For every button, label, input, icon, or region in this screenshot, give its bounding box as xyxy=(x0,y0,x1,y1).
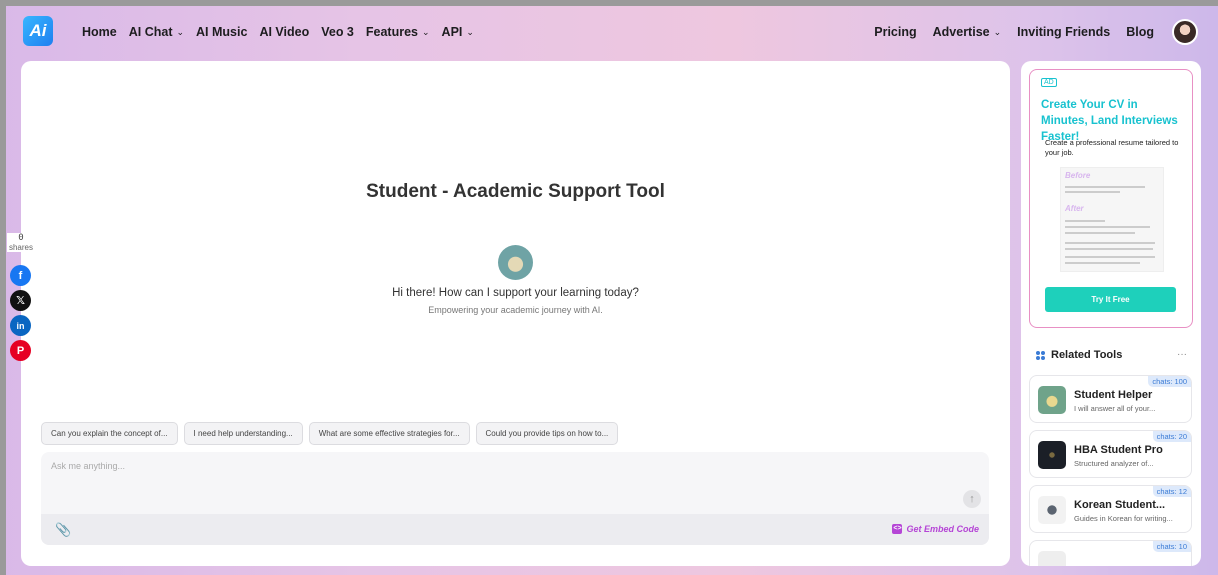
resume-line xyxy=(1065,232,1135,234)
nav-pricing-label: Pricing xyxy=(874,25,917,39)
x-twitter-icon[interactable]: 𝕏 xyxy=(10,290,31,311)
related-tool-card[interactable]: chats: 20 HBA Student Pro Structured ana… xyxy=(1029,430,1192,478)
nav-home-label: Home xyxy=(82,25,117,39)
suggestion-chip[interactable]: Can you explain the concept of... xyxy=(41,422,178,445)
ad-subtext: Create a professional resume tailored to… xyxy=(1045,138,1179,157)
nav-right-menu: Pricing Advertise ⌄ Inviting Friends Blog xyxy=(858,6,1154,58)
nav-api-label: API xyxy=(441,25,463,39)
share-counter: 0 shares xyxy=(7,233,35,252)
resume-line xyxy=(1065,256,1155,258)
resume-line xyxy=(1065,248,1153,250)
facebook-icon[interactable]: f xyxy=(10,265,31,286)
get-embed-code-button[interactable]: <> Get Embed Code xyxy=(892,524,979,534)
nav-veo3[interactable]: Veo 3 xyxy=(321,25,354,39)
chats-badge: chats: 20 xyxy=(1152,431,1191,442)
chat-input[interactable] xyxy=(41,452,989,514)
resume-line xyxy=(1065,242,1155,244)
page-title: Student - Academic Support Tool xyxy=(366,181,665,202)
nav-ai-chat[interactable]: AI Chat ⌄ xyxy=(129,25,184,39)
chevron-down-icon: ⌄ xyxy=(993,26,1002,37)
paperclip-icon[interactable]: 📎 xyxy=(55,522,71,538)
nav-advertise[interactable]: Advertise ⌄ xyxy=(933,25,1002,39)
tool-name: Korean Student... xyxy=(1074,499,1166,511)
embed-label: Get Embed Code xyxy=(906,524,979,534)
related-tools-heading: Related Tools xyxy=(1036,349,1122,361)
right-sidebar: AD Create Your CV in Minutes, Land Inter… xyxy=(1021,61,1201,566)
tool-thumbnail xyxy=(1038,496,1066,524)
nav-blog[interactable]: Blog xyxy=(1126,25,1154,39)
related-tools-title: Related Tools xyxy=(1051,349,1123,361)
pinterest-icon[interactable]: P xyxy=(10,340,31,361)
resume-line xyxy=(1065,186,1145,188)
chats-badge: chats: 12 xyxy=(1152,486,1191,497)
nav-advertise-label: Advertise xyxy=(932,25,990,39)
resume-line xyxy=(1065,226,1150,228)
before-label: Before xyxy=(1065,171,1091,180)
linkedin-icon[interactable]: in xyxy=(10,315,31,336)
suggestion-chips: Can you explain the concept of... I need… xyxy=(41,422,619,445)
nav-left-menu: Home AI Chat ⌄ AI Music AI Video Veo 3 Fe… xyxy=(82,6,486,58)
after-label: After xyxy=(1065,204,1084,213)
nav-inviting-friends[interactable]: Inviting Friends xyxy=(1017,25,1110,39)
related-tool-card[interactable]: chats: 100 Student Helper I will answer … xyxy=(1029,375,1192,423)
tool-description: I will answer all of your... xyxy=(1074,404,1156,413)
more-options-icon[interactable]: ··· xyxy=(1177,349,1187,360)
suggestion-chip[interactable]: I need help understanding... xyxy=(183,422,303,445)
nav-ai-chat-label: AI Chat xyxy=(128,25,173,39)
nav-ai-video-label: AI Video xyxy=(259,25,310,39)
ad-tag: AD xyxy=(1041,78,1057,87)
suggestion-chip[interactable]: What are some effective strategies for..… xyxy=(308,422,470,445)
top-navbar: Ai Home AI Chat ⌄ AI Music AI Video Veo 3… xyxy=(6,6,1218,58)
suggestion-chip[interactable]: Could you provide tips on how to... xyxy=(475,422,619,445)
resume-line xyxy=(1065,191,1120,193)
share-count: 0 xyxy=(18,233,24,243)
nav-ai-video[interactable]: AI Video xyxy=(259,25,309,39)
code-icon: <> xyxy=(892,524,903,534)
nav-ai-music-label: AI Music xyxy=(196,25,248,39)
window-left-border xyxy=(0,6,6,575)
greeting-text: Hi there! How can I support your learnin… xyxy=(392,287,639,299)
nav-blog-label: Blog xyxy=(1126,25,1154,39)
resume-line xyxy=(1065,262,1140,264)
tool-thumbnail xyxy=(1038,386,1066,414)
resume-line xyxy=(1065,220,1105,222)
site-logo[interactable]: Ai xyxy=(23,16,53,46)
resume-preview-image: Before After xyxy=(1060,167,1164,272)
related-tool-card[interactable]: chats: 10 xyxy=(1029,540,1192,566)
related-tool-card[interactable]: chats: 12 Korean Student... Guides in Ko… xyxy=(1029,485,1192,533)
try-it-free-button[interactable]: Try It Free xyxy=(1045,287,1176,312)
ad-banner[interactable]: AD Create Your CV in Minutes, Land Inter… xyxy=(1029,69,1193,328)
tool-thumbnail xyxy=(1038,551,1066,566)
user-avatar[interactable] xyxy=(1172,19,1198,45)
apps-grid-icon xyxy=(1036,350,1045,360)
nav-inviting-friends-label: Inviting Friends xyxy=(1017,25,1111,39)
chevron-down-icon: ⌄ xyxy=(466,26,474,37)
nav-api[interactable]: API ⌄ xyxy=(442,25,474,39)
chevron-down-icon: ⌄ xyxy=(422,26,430,37)
chat-panel: Student - Academic Support Tool Hi there… xyxy=(21,61,1010,566)
nav-veo3-label: Veo 3 xyxy=(321,25,354,39)
chat-input-box: ↑ 📎 <> Get Embed Code xyxy=(41,452,989,545)
nav-pricing[interactable]: Pricing xyxy=(874,25,916,39)
chats-badge: chats: 100 xyxy=(1148,376,1191,387)
tool-description: Structured analyzer of... xyxy=(1074,459,1154,468)
share-label: shares xyxy=(8,243,33,252)
chevron-down-icon: ⌄ xyxy=(176,26,185,37)
tool-name: Student Helper xyxy=(1074,389,1153,401)
greeting-subtitle: Empowering your academic journey with AI… xyxy=(428,305,603,315)
bot-avatar xyxy=(498,245,533,280)
input-toolbar: 📎 <> Get Embed Code xyxy=(41,514,989,545)
chats-badge: chats: 10 xyxy=(1152,541,1191,552)
nav-ai-music[interactable]: AI Music xyxy=(196,25,247,39)
tool-name: HBA Student Pro xyxy=(1074,444,1163,456)
send-arrow-icon[interactable]: ↑ xyxy=(963,490,981,508)
nav-features-label: Features xyxy=(365,25,418,39)
nav-features[interactable]: Features ⌄ xyxy=(366,25,430,39)
tool-thumbnail xyxy=(1038,441,1066,469)
tool-description: Guides in Korean for writing... xyxy=(1074,514,1173,523)
nav-home[interactable]: Home xyxy=(82,25,117,39)
